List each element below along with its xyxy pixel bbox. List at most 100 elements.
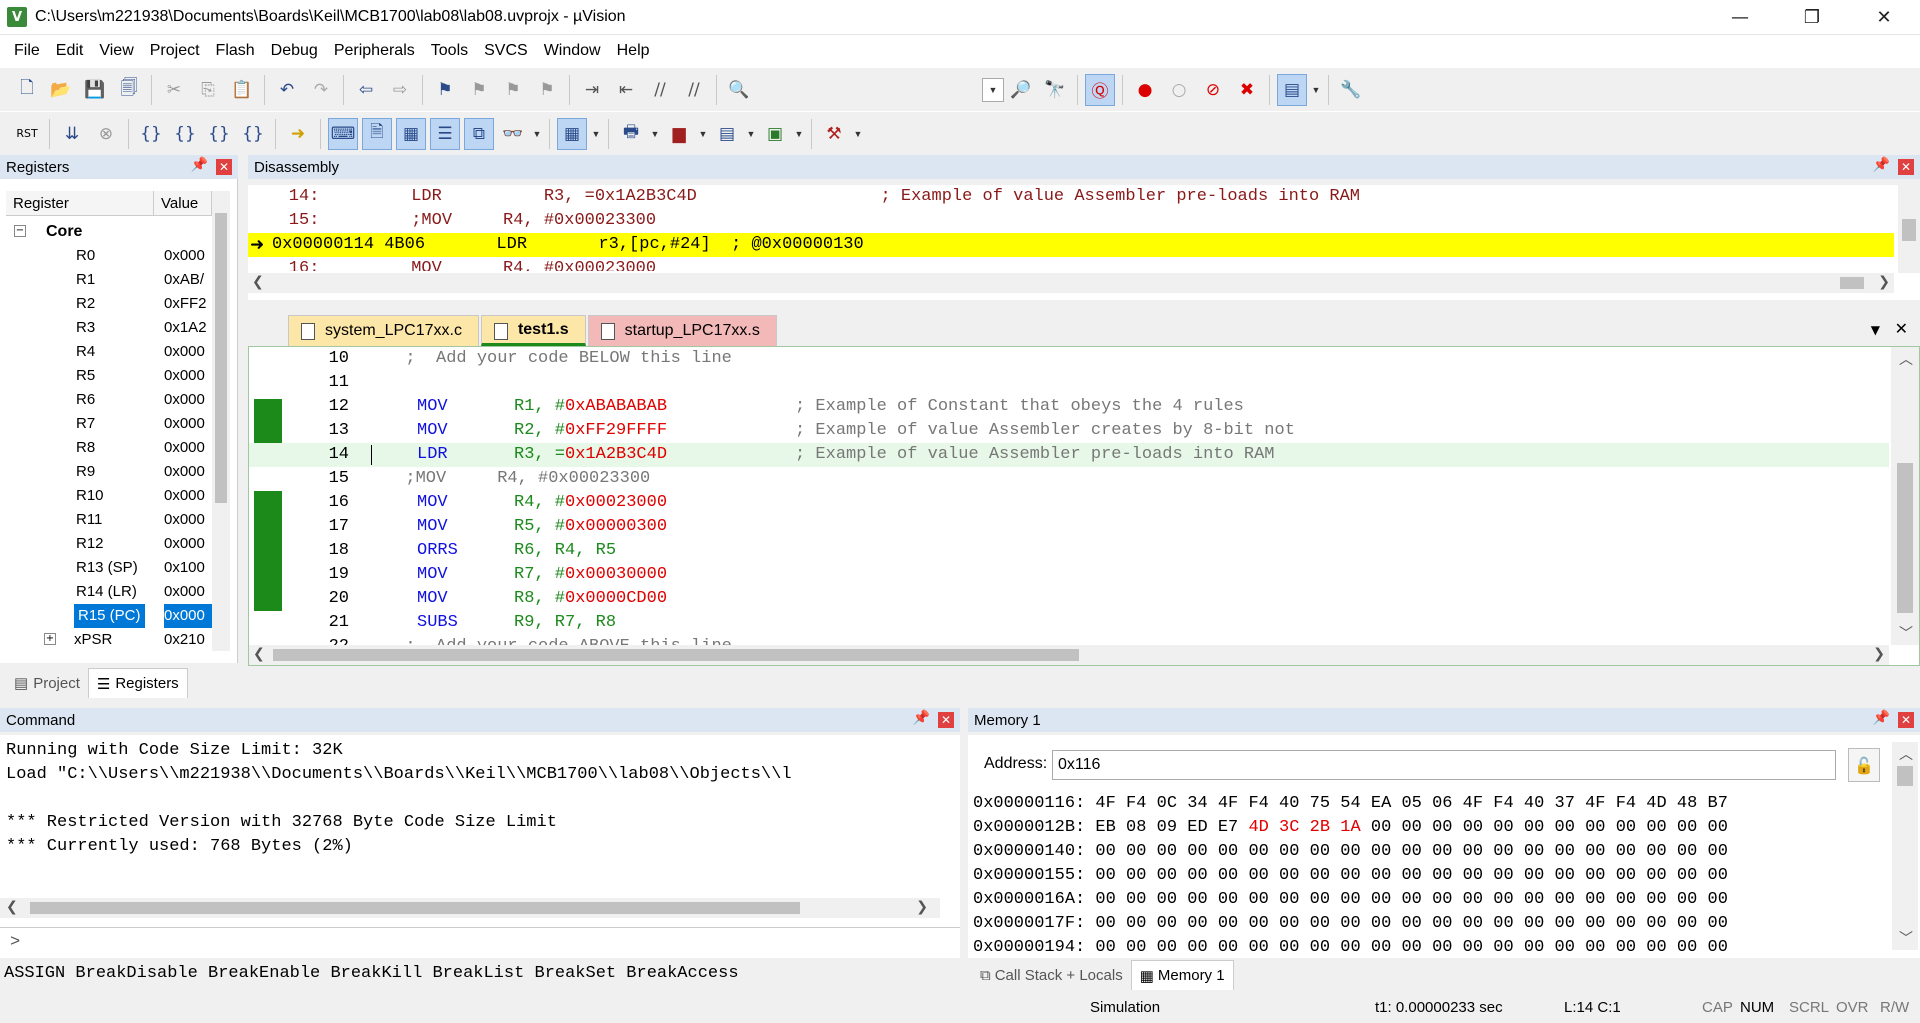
memory-window-icon[interactable]: ▦ [557,117,587,150]
command-window-icon[interactable]: ⌨ [328,117,358,150]
toolbox-dropdown-icon[interactable]: ▼ [851,129,865,139]
register-row[interactable]: R7 0x000 [6,412,212,436]
disable-all-breakpoints-icon[interactable]: ⊘ [1198,74,1228,106]
disassembly-line[interactable]: 15: ;MOV R4, #0x00023300 [248,209,1894,233]
system-viewer-dropdown-icon[interactable]: ▼ [792,129,806,139]
debug-session-icon[interactable]: Ⓠ [1085,73,1115,106]
register-row[interactable]: R6 0x000 [6,388,212,412]
kill-all-breakpoints-icon[interactable]: ✖ [1232,74,1262,106]
memory-vscrollbar[interactable]: ︿ ﹀ [1892,742,1918,950]
disassembly-line[interactable]: 16: MOV R4, #0x00023000 [248,257,1894,271]
toolbox-icon[interactable]: ⚒ [819,118,849,150]
undo-icon[interactable]: ↶ [272,74,302,106]
menu-flash[interactable]: Flash [208,35,263,67]
copy-icon[interactable]: ⎘ [193,74,223,106]
insert-breakpoint-icon[interactable]: ● [1130,74,1160,106]
register-row[interactable]: R4 0x000 [6,340,212,364]
tab-list-dropdown-icon[interactable]: ▼ [1871,323,1880,337]
menu-debug[interactable]: Debug [263,35,326,67]
disassembly-vscrollbar[interactable] [1898,185,1920,273]
command-hscrollbar[interactable]: ❮ ❯ [0,898,940,918]
disassembly-window-icon[interactable]: 🗎 [362,117,392,150]
close-tab-icon[interactable]: ✕ [1895,319,1908,338]
tab-call-stack[interactable]: ⧉ Call Stack + Locals [972,960,1131,990]
find-combo-dropdown-icon[interactable]: ▼ [982,77,1004,102]
incremental-find-icon[interactable]: 🔭 [1040,74,1070,106]
pin-icon[interactable]: 📌 [1873,710,1890,726]
serial-dropdown-icon[interactable]: ▼ [648,129,662,139]
navigate-forward-icon[interactable]: ⇨ [385,74,415,106]
register-group-core[interactable]: − Core [6,220,212,244]
menu-tools[interactable]: Tools [423,35,476,67]
window-layout-dropdown-icon[interactable]: ▼ [1309,85,1323,95]
tab-test1-s[interactable]: test1.s [480,315,586,346]
code-line[interactable]: 19 MOV R7, #0x00030000 [249,563,1889,587]
code-line[interactable]: 12 MOV R1, #0xABABABAB; Example of Constan… [249,395,1889,419]
save-all-icon[interactable]: 🗐 [114,74,144,106]
code-line[interactable]: 20 MOV R8, #0x0000CD00 [249,587,1889,611]
serial-window-icon[interactable]: 🖶 [616,118,646,150]
pin-icon[interactable]: 📌 [913,710,930,726]
code-line[interactable]: 11 [249,371,1889,395]
window-layout-icon[interactable]: ▤ [1277,73,1307,106]
code-editor[interactable]: ▶▶ 10 ; Add your code BELOW this line 11… [248,346,1920,666]
trace-window-icon[interactable]: ▤ [712,118,742,150]
step-out-icon[interactable]: {} [204,118,234,150]
tab-system-lpc17xx[interactable]: system_LPC17xx.c [288,315,479,346]
editor-hscrollbar[interactable]: ❮ ❯ [249,645,1889,665]
step-into-icon[interactable]: {} [136,118,166,150]
trace-dropdown-icon[interactable]: ▼ [744,129,758,139]
register-row[interactable]: R13 (SP) 0x100 [6,556,212,580]
register-row[interactable]: R0 0x000 [6,244,212,268]
indent-icon[interactable]: ⇥ [577,74,607,106]
tab-project[interactable]: ▤ Project [6,668,88,698]
menu-window[interactable]: Window [536,35,609,67]
close-window-button[interactable]: ✕ [1848,0,1920,35]
close-panel-icon[interactable]: ✕ [1898,712,1914,728]
register-row[interactable]: R8 0x000 [6,436,212,460]
menu-view[interactable]: View [91,35,141,67]
register-row[interactable]: R1 0xAB/ [6,268,212,292]
show-next-statement-icon[interactable]: ➜ [283,118,313,150]
save-icon[interactable]: 💾 [80,74,110,106]
menu-edit[interactable]: Edit [48,35,92,67]
close-panel-icon[interactable]: ✕ [1898,159,1914,175]
code-line[interactable]: 21 SUBS R9, R7, R8 [249,611,1889,635]
register-row[interactable]: R9 0x000 [6,460,212,484]
register-row-selected[interactable]: R15 (PC) 0x000 [6,604,212,628]
analysis-window-icon[interactable]: ▆ [664,118,694,150]
run-to-cursor-icon[interactable]: {} [238,118,268,150]
code-line-current[interactable]: 14 LDR R3, =0x1A2B3C4D; Example of value A… [249,443,1889,467]
expand-icon[interactable]: + [44,633,56,645]
bookmark-prev-icon[interactable]: ⚑ [464,74,494,106]
system-viewer-icon[interactable]: ▣ [760,118,790,150]
register-row[interactable]: R11 0x000 [6,508,212,532]
lock-icon[interactable]: 🔓 [1848,748,1880,782]
editor-vscrollbar[interactable]: ︿ ﹀ [1891,347,1919,645]
watch-dropdown-icon[interactable]: ▼ [530,129,544,139]
register-row[interactable]: R2 0xFF2 [6,292,212,316]
value-column-header[interactable]: Value [154,191,212,215]
bookmark-next-icon[interactable]: ⚑ [498,74,528,106]
register-row[interactable]: R3 0x1A2 [6,316,212,340]
bookmark-clear-icon[interactable]: ⚑ [532,74,562,106]
bookmark-insert-icon[interactable]: ⚑ [430,74,460,106]
close-panel-icon[interactable]: ✕ [216,159,232,175]
disassembly-view[interactable]: 14: LDR R3, =0x1A2B3C4D ; Example of val… [248,185,1920,300]
new-file-icon[interactable]: 🗋 [12,74,42,106]
disassembly-line[interactable]: 14: LDR R3, =0x1A2B3C4D ; Example of val… [248,185,1894,209]
run-icon[interactable]: ⇊ [57,118,87,150]
configure-icon[interactable]: 🔧 [1336,74,1366,106]
registers-scrollbar[interactable] [212,191,230,651]
code-line[interactable]: 15 ;MOV R4, #0x00023300 [249,467,1889,491]
code-line[interactable]: 18 ORRS R6, R4, R5 [249,539,1889,563]
tab-registers[interactable]: ☰ Registers [87,668,188,698]
menu-file[interactable]: File [6,35,48,67]
command-input[interactable]: > [0,927,960,957]
code-line[interactable]: 10 ; Add your code BELOW this line [249,347,1889,371]
redo-icon[interactable]: ↷ [306,74,336,106]
watch-window-icon[interactable]: 👓 [498,118,528,150]
navigate-back-icon[interactable]: ⇦ [351,74,381,106]
reset-icon[interactable]: RST [12,118,42,150]
restore-button[interactable]: ❐ [1776,0,1848,35]
